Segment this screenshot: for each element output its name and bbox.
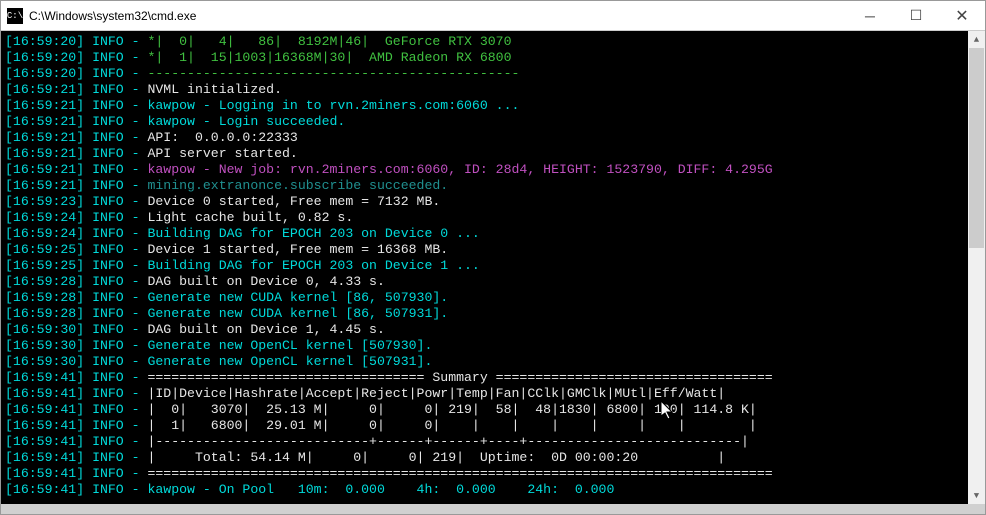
log-line: [16:59:41] INFO - |ID|Device|Hashrate|Ac… bbox=[5, 386, 981, 402]
window-title: C:\Windows\system32\cmd.exe bbox=[29, 9, 847, 23]
log-line: [16:59:21] INFO - kawpow - Logging in to… bbox=[5, 98, 981, 114]
log-line: [16:59:30] INFO - Generate new OpenCL ke… bbox=[5, 338, 981, 354]
scroll-up-icon[interactable]: ▲ bbox=[968, 31, 985, 48]
terminal-area[interactable]: [16:59:20] INFO - *| 0| 4| 86| 8192M|46|… bbox=[1, 31, 985, 504]
log-line: [16:59:28] INFO - Generate new CUDA kern… bbox=[5, 306, 981, 322]
log-line: [16:59:28] INFO - DAG built on Device 0,… bbox=[5, 274, 981, 290]
log-line: [16:59:24] INFO - Light cache built, 0.8… bbox=[5, 210, 981, 226]
maximize-button[interactable]: ☐ bbox=[893, 1, 939, 30]
close-button[interactable]: ✕ bbox=[939, 1, 985, 30]
titlebar[interactable]: C:\ C:\Windows\system32\cmd.exe ─ ☐ ✕ bbox=[1, 1, 985, 31]
log-line: [16:59:24] INFO - Building DAG for EPOCH… bbox=[5, 226, 981, 242]
log-line: [16:59:41] INFO - |---------------------… bbox=[5, 434, 981, 450]
log-line: [16:59:25] INFO - Building DAG for EPOCH… bbox=[5, 258, 981, 274]
log-line: [16:59:21] INFO - kawpow - Login succeed… bbox=[5, 114, 981, 130]
cursor-icon bbox=[661, 401, 675, 421]
minimize-button[interactable]: ─ bbox=[847, 1, 893, 30]
log-line: [16:59:21] INFO - mining.extranonce.subs… bbox=[5, 178, 981, 194]
log-line: [16:59:21] INFO - API server started. bbox=[5, 146, 981, 162]
taskbar-strip bbox=[1, 504, 985, 514]
log-line: [16:59:23] INFO - Device 0 started, Free… bbox=[5, 194, 981, 210]
log-line: [16:59:41] INFO - | 1| 6800| 29.01 M| 0|… bbox=[5, 418, 981, 434]
log-line: [16:59:20] INFO - ----------------------… bbox=[5, 66, 981, 82]
log-line: [16:59:41] INFO - | 0| 3070| 25.13 M| 0|… bbox=[5, 402, 981, 418]
log-line: [16:59:41] INFO - ======================… bbox=[5, 370, 981, 386]
log-line: [16:59:30] INFO - DAG built on Device 1,… bbox=[5, 322, 981, 338]
cmd-icon: C:\ bbox=[7, 8, 23, 24]
log-line: [16:59:41] INFO - | Total: 54.14 M| 0| 0… bbox=[5, 450, 981, 466]
log-line: [16:59:21] INFO - API: 0.0.0.0:22333 bbox=[5, 130, 981, 146]
log-line: [16:59:41] INFO - kawpow - On Pool 10m: … bbox=[5, 482, 981, 498]
log-line: [16:59:41] INFO - ======================… bbox=[5, 466, 981, 482]
log-line: [16:59:28] INFO - Generate new CUDA kern… bbox=[5, 290, 981, 306]
log-line: [16:59:25] INFO - Device 1 started, Free… bbox=[5, 242, 981, 258]
log-line: [16:59:20] INFO - *| 1| 15|1003|16368M|3… bbox=[5, 50, 981, 66]
log-line: [16:59:30] INFO - Generate new OpenCL ke… bbox=[5, 354, 981, 370]
cmd-window: C:\ C:\Windows\system32\cmd.exe ─ ☐ ✕ [1… bbox=[0, 0, 986, 515]
window-controls: ─ ☐ ✕ bbox=[847, 1, 985, 30]
scroll-down-icon[interactable]: ▼ bbox=[968, 487, 985, 504]
log-line: [16:59:21] INFO - kawpow - New job: rvn.… bbox=[5, 162, 981, 178]
terminal-output: [16:59:20] INFO - *| 0| 4| 86| 8192M|46|… bbox=[5, 34, 981, 498]
log-line: [16:59:21] INFO - NVML initialized. bbox=[5, 82, 981, 98]
log-line: [16:59:20] INFO - *| 0| 4| 86| 8192M|46|… bbox=[5, 34, 981, 50]
scrollbar-thumb[interactable] bbox=[969, 48, 984, 248]
scrollbar[interactable]: ▲ ▼ bbox=[968, 31, 985, 504]
